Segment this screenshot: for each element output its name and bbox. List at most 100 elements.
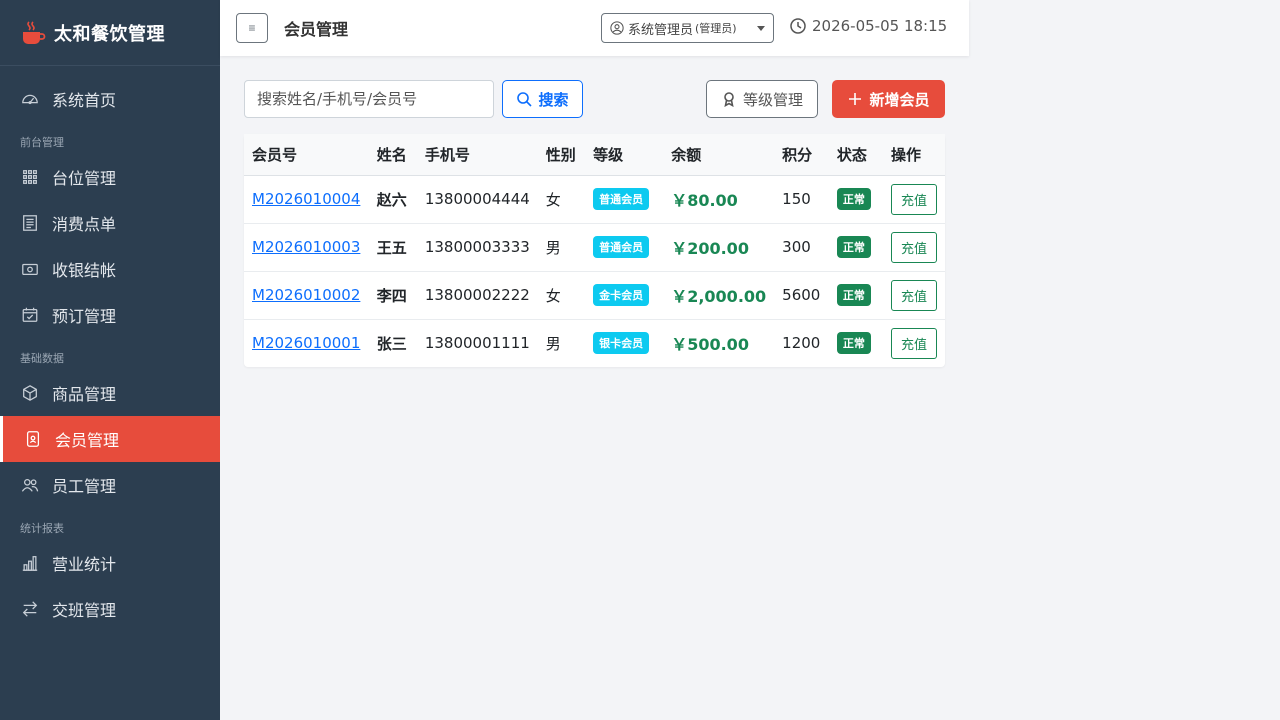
- level-badge: 普通会员: [593, 236, 650, 258]
- people-icon: [20, 475, 40, 495]
- member-phone: 13800004444: [416, 175, 538, 224]
- user-circle-icon: [610, 21, 624, 35]
- sidebar-item-shift[interactable]: 交班管理: [0, 586, 220, 632]
- member-no-link[interactable]: M2026010002: [252, 286, 360, 304]
- col-header-actions: 操作: [883, 134, 945, 176]
- level-management-button[interactable]: 等级管理: [706, 80, 818, 118]
- sidebar-section-reports: 统计报表: [20, 522, 64, 535]
- member-points: 5600: [774, 271, 829, 320]
- add-member-label: 新增会员: [869, 91, 930, 109]
- member-balance: ￥80.00: [671, 191, 738, 210]
- box-icon: [20, 383, 40, 403]
- sidebar-item-tables[interactable]: 台位管理: [0, 154, 220, 200]
- member-balance: ￥2,000.00: [671, 287, 767, 306]
- topbar: ≡ 会员管理 系统管理员 (管理员) 2026-05-05 18:15: [220, 0, 969, 56]
- recharge-button[interactable]: 充值: [891, 327, 937, 359]
- status-badge: 正常: [836, 332, 871, 355]
- table-row: M2026010003 王五 13800003333 男 普通会员 ￥200.0…: [244, 223, 945, 272]
- col-header-phone: 手机号: [416, 134, 538, 176]
- brand-title: 太和餐饮管理: [54, 23, 165, 45]
- swap-icon: [20, 599, 40, 619]
- search-button[interactable]: 搜索: [502, 80, 583, 118]
- sidebar-section-frontdesk: 前台管理: [20, 136, 64, 149]
- cash-icon: [20, 259, 40, 279]
- sidebar-item-label: 交班管理: [52, 601, 117, 620]
- member-name: 李四: [376, 286, 407, 305]
- member-gender: 女: [537, 175, 586, 224]
- receipt-icon: [20, 213, 40, 233]
- add-member-button[interactable]: 新增会员: [832, 80, 945, 118]
- status-badge: 正常: [836, 236, 871, 258]
- member-no-link[interactable]: M2026010004: [252, 190, 360, 208]
- recharge-button[interactable]: 充值: [891, 279, 937, 311]
- search-button-label: 搜索: [538, 91, 569, 109]
- search-input[interactable]: [244, 80, 494, 118]
- sidebar-item-sales-stats[interactable]: 营业统计: [0, 540, 220, 586]
- level-badge: 普通会员: [593, 188, 650, 210]
- datetime-display: 2026-05-05 18:15: [790, 17, 947, 35]
- member-name: 张三: [376, 334, 407, 353]
- grid-icon: [20, 167, 40, 187]
- sidebar-item-label: 营业统计: [52, 555, 117, 574]
- sidebar-item-label: 消费点单: [52, 215, 117, 234]
- status-badge: 正常: [836, 284, 871, 306]
- member-gender: 女: [537, 271, 586, 320]
- sidebar-item-label: 台位管理: [52, 169, 117, 188]
- clock-icon: [790, 18, 806, 34]
- sidebar-item-staff[interactable]: 员工管理: [0, 462, 220, 508]
- chevron-down-icon: [757, 26, 765, 31]
- member-gender: 男: [545, 334, 561, 353]
- member-gender: 男: [537, 223, 586, 272]
- sidebar-item-members[interactable]: 会员管理: [0, 416, 220, 462]
- member-card-icon: [23, 429, 43, 449]
- member-phone: 13800002222: [416, 271, 538, 320]
- member-phone: 13800003333: [416, 223, 538, 272]
- member-points: 300: [774, 223, 829, 272]
- bar-chart-icon: [20, 553, 40, 573]
- sidebar-item-checkout[interactable]: 收银结帐: [0, 246, 220, 292]
- brand[interactable]: 太和餐饮管理: [0, 0, 220, 66]
- member-balance: ￥200.00: [671, 239, 749, 258]
- sidebar-item-products[interactable]: 商品管理: [0, 370, 220, 416]
- page-title: 会员管理: [284, 20, 349, 39]
- sidebar-nav: 系统首页 前台管理 台位管理 消费点单 收银结帐 预订管理 基础数据 商品管理 …: [0, 66, 220, 632]
- dashboard-icon: [20, 89, 40, 109]
- user-name: 系统管理员: [628, 22, 694, 38]
- user-dropdown[interactable]: 系统管理员 (管理员): [601, 13, 774, 43]
- col-header-name: 姓名: [368, 134, 417, 176]
- recharge-button[interactable]: 充值: [891, 183, 937, 215]
- level-badge: 金卡会员: [593, 284, 650, 306]
- sidebar-item-label: 系统首页: [52, 91, 117, 110]
- members-table-card: 会员号 姓名 手机号 性别 等级 余额 积分 状态 操作 M2026010004…: [244, 134, 945, 367]
- sidebar: 太和餐饮管理 系统首页 前台管理 台位管理 消费点单 收银结帐 预订管理 基础数…: [0, 0, 220, 720]
- member-no-link[interactable]: M2026010001: [252, 334, 360, 352]
- user-role: (管理员): [695, 22, 737, 35]
- sidebar-item-label: 会员管理: [55, 431, 120, 450]
- member-points: 1200: [782, 334, 821, 353]
- member-name: 王五: [376, 238, 407, 257]
- recharge-button[interactable]: 充值: [891, 231, 937, 263]
- member-no-link[interactable]: M2026010003: [252, 238, 360, 256]
- member-name: 赵六: [376, 190, 407, 209]
- members-table: 会员号 姓名 手机号 性别 等级 余额 积分 状态 操作 M2026010004…: [244, 134, 945, 367]
- col-header-gender: 性别: [537, 134, 586, 176]
- sidebar-item-dashboard[interactable]: 系统首页: [0, 76, 220, 122]
- col-header-level: 等级: [585, 134, 664, 176]
- member-points: 150: [774, 175, 829, 224]
- sidebar-item-label: 员工管理: [52, 477, 117, 496]
- member-phone: 13800001111: [424, 334, 530, 353]
- award-icon: [724, 92, 734, 107]
- sidebar-section-basedata: 基础数据: [20, 352, 64, 365]
- level-management-label: 等级管理: [742, 91, 803, 109]
- col-header-points: 积分: [774, 134, 829, 176]
- sidebar-toggle-button[interactable]: ≡: [236, 13, 268, 43]
- table-row: M2026010002 李四 13800002222 女 金卡会员 ￥2,000…: [244, 271, 945, 320]
- search-icon: [517, 92, 533, 107]
- col-header-balance: 余额: [663, 134, 775, 176]
- coffee-cup-icon: [20, 20, 46, 46]
- sidebar-item-orders[interactable]: 消费点单: [0, 200, 220, 246]
- level-badge: 银卡会员: [593, 332, 650, 355]
- sidebar-item-reservations[interactable]: 预订管理: [0, 292, 220, 338]
- sidebar-item-label: 预订管理: [52, 307, 117, 326]
- member-balance: ￥500.00: [671, 335, 749, 355]
